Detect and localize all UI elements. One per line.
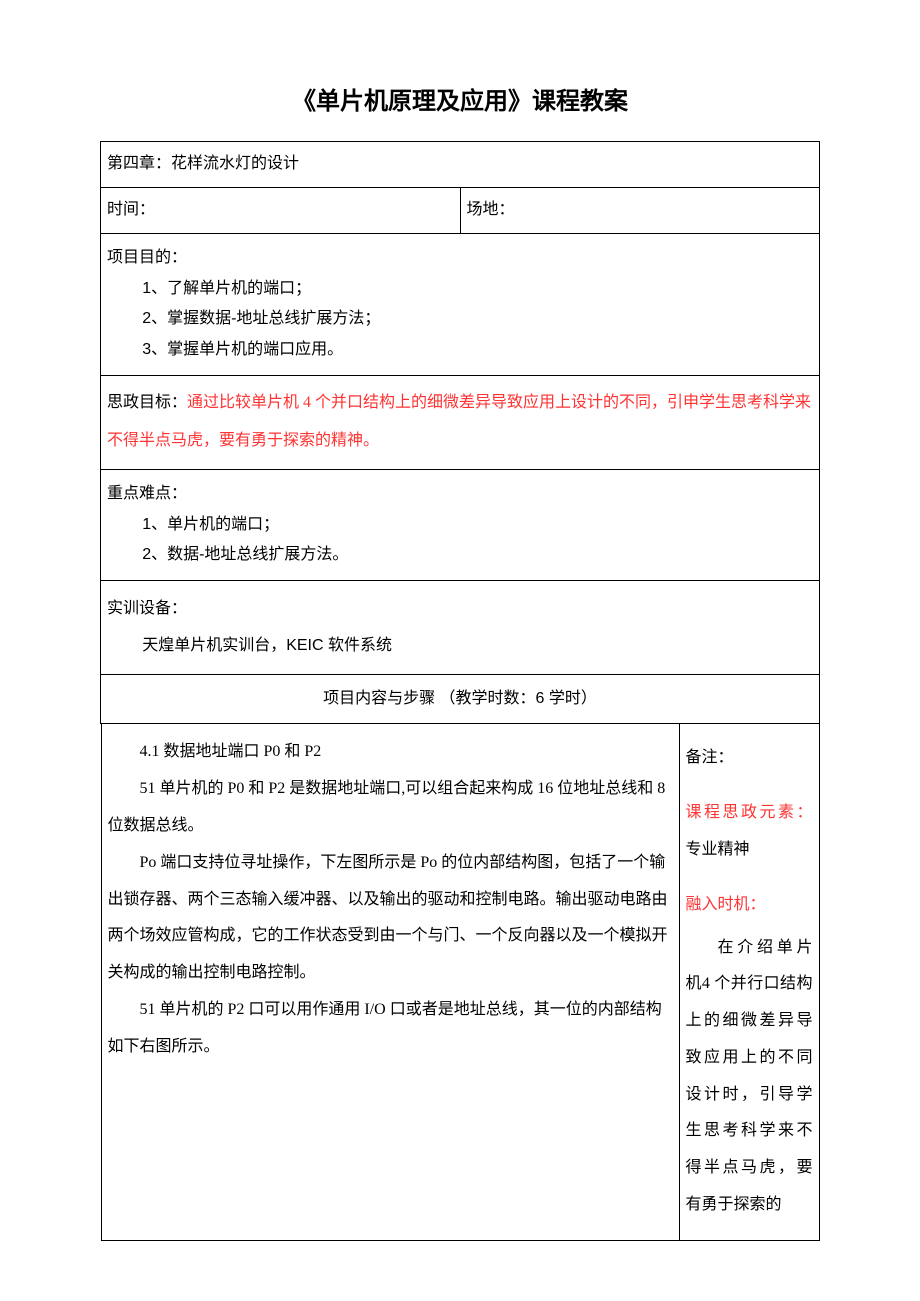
objective-item-3: 3、掌握单片机的端口应用。 [107,336,813,365]
keypoints-row: 重点难点： 1、单片机的端口； 2、数据-地址总线扩展方法。 [101,469,820,580]
content-p2: Po 端口支持位寻址操作，下左图所示是 Po 的位内部结构图，包括了一个输出锁存… [108,845,673,992]
ideology-element-label: 课程思政元素： [686,804,813,821]
place-cell: 场地： [460,187,820,233]
equipment-heading: 实训设备： [107,591,813,626]
ideology-element-value: 专业精神 [686,841,750,858]
equipment-row: 实训设备： 天煌单片机实训台，KEIC 软件系统 [101,581,820,674]
chapter-row: 第四章：花样流水灯的设计 [101,142,820,188]
keypoint-item-2: 2、数据-地址总线扩展方法。 [107,541,813,570]
timing-text: 在介绍单片机4 个并行口结构上的细微差异导致应用上的不同设计时，引导学生思考科学… [686,930,813,1224]
objective-item-1: 1、了解单片机的端口； [107,275,813,304]
objectives-row: 项目目的： 1、了解单片机的端口； 2、掌握数据-地址总线扩展方法； 3、掌握单… [101,233,820,375]
section-4-1-heading: 4.1 数据地址端口 P0 和 P2 [108,734,673,771]
place-label: 场地： [467,201,515,218]
notes-heading: 备注： [686,740,813,777]
lesson-plan-table: 第四章：花样流水灯的设计 时间： 场地： 项目目的： 1、了解单片机的端口； 2… [100,141,820,1241]
page-title: 《单片机原理及应用》课程教案 [100,80,820,123]
keypoints-heading: 重点难点： [107,480,813,509]
time-cell: 时间： [101,187,461,233]
ideology-label: 思政目标： [107,394,187,411]
timing-label: 融入时机： [686,896,766,913]
equipment-text: 天煌单片机实训台，KEIC 软件系统 [107,628,813,663]
steps-heading-text: 项目内容与步骤 （教学时数：6 学时） [323,690,597,707]
ideology-text: 通过比较单片机 4 个并口结构上的细微差异导致应用上设计的不同，引申学生思考科学… [107,394,811,449]
keypoint-item-1: 1、单片机的端口； [107,511,813,540]
objective-item-2: 2、掌握数据-地址总线扩展方法； [107,305,813,334]
objectives-heading: 项目目的： [107,244,813,273]
content-p1: 51 单片机的 P0 和 P2 是数据地址端口,可以组合起来构成 16 位地址总… [108,771,673,845]
main-content-cell: 4.1 数据地址端口 P0 和 P2 51 单片机的 P0 和 P2 是数据地址… [101,724,679,1240]
chapter-text: 第四章：花样流水灯的设计 [107,155,299,172]
notes-cell: 备注： 课程思政元素： 专业精神 融入时机： 在介绍单片机4 个并行口结构上的细微… [679,724,819,1240]
ideology-row: 思政目标：通过比较单片机 4 个并口结构上的细微差异导致应用上设计的不同，引申学… [101,375,820,469]
steps-heading-row: 项目内容与步骤 （教学时数：6 学时） [101,674,820,724]
content-p3: 51 单片机的 P2 口可以用作通用 I/O 口或者是地址总线，其一位的内部结构… [108,992,673,1066]
time-label: 时间： [107,201,155,218]
content-wrapper: 4.1 数据地址端口 P0 和 P2 51 单片机的 P0 和 P2 是数据地址… [101,724,820,1241]
